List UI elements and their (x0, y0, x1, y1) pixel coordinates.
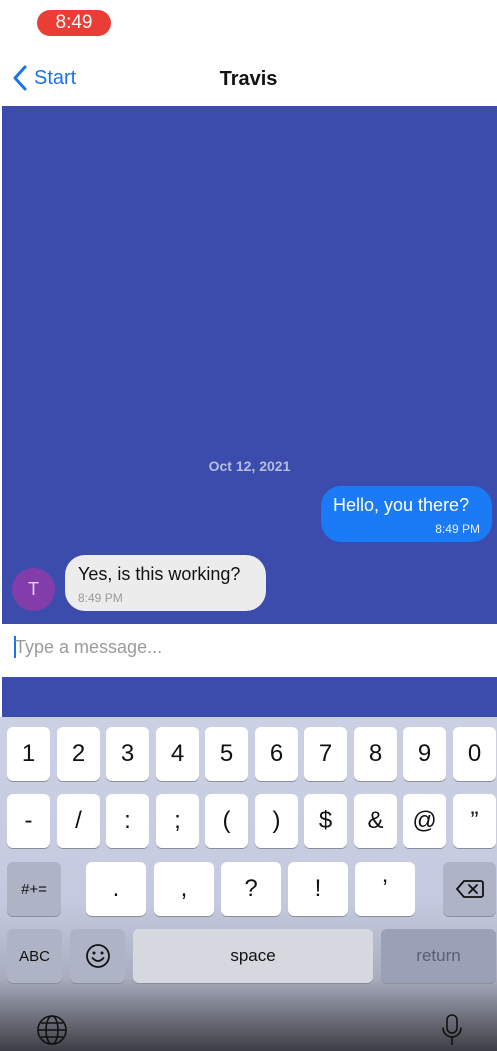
date-separator: Oct 12, 2021 (208, 458, 291, 474)
message-time: 8:49 PM (78, 591, 123, 605)
key-comma[interactable]: , (154, 862, 214, 916)
key-0[interactable]: 0 (453, 727, 496, 781)
key-colon[interactable]: : (106, 794, 149, 848)
key-7[interactable]: 7 (304, 727, 347, 781)
outgoing-message-bubble[interactable]: Hello, you there? 8:49 PM (321, 486, 492, 542)
key-6[interactable]: 6 (255, 727, 298, 781)
key-5[interactable]: 5 (205, 727, 248, 781)
key-slash[interactable]: / (57, 794, 100, 848)
page-title: Travis (219, 68, 278, 90)
avatar[interactable]: T (12, 568, 55, 611)
key-apostrophe[interactable]: ’ (355, 862, 415, 916)
backspace-key[interactable] (443, 862, 496, 916)
key-semicolon[interactable]: ; (156, 794, 199, 848)
key-close-paren[interactable]: ) (255, 794, 298, 848)
message-input[interactable] (15, 632, 485, 662)
space-key[interactable]: space (133, 929, 373, 983)
key-9[interactable]: 9 (403, 727, 446, 781)
message-text: Yes, is this working? (78, 564, 241, 584)
key-4[interactable]: 4 (156, 727, 199, 781)
incoming-message-bubble[interactable]: Yes, is this working? 8:49 PM (65, 555, 266, 611)
globe-icon (37, 1015, 67, 1045)
key-hyphen[interactable]: - (7, 794, 50, 848)
emoji-icon (85, 944, 110, 968)
mic-button[interactable] (438, 1013, 466, 1047)
abc-key[interactable]: ABC (7, 929, 62, 983)
key-exclamation[interactable]: ! (288, 862, 348, 916)
return-key[interactable]: return (381, 929, 496, 983)
status-bar: 8:49 (0, 0, 497, 46)
key-dollar[interactable]: $ (304, 794, 347, 848)
message-time: 8:49 PM (435, 522, 480, 536)
key-1[interactable]: 1 (7, 727, 50, 781)
key-period[interactable]: . (86, 862, 146, 916)
key-ampersand[interactable]: & (354, 794, 397, 848)
key-2[interactable]: 2 (57, 727, 100, 781)
keyboard: 1 2 3 4 5 6 7 8 9 0 - / : ; ( ) $ & @ ” … (0, 717, 497, 1051)
message-composer (2, 624, 497, 677)
key-8[interactable]: 8 (354, 727, 397, 781)
backspace-icon (455, 880, 484, 898)
key-3[interactable]: 3 (106, 727, 149, 781)
symbols-toggle-key[interactable]: #+= (7, 862, 61, 916)
key-quote[interactable]: ” (453, 794, 496, 848)
key-open-paren[interactable]: ( (205, 794, 248, 848)
message-text: Hello, you there? (333, 495, 470, 515)
key-at[interactable]: @ (403, 794, 446, 848)
key-question[interactable]: ? (221, 862, 281, 916)
globe-button[interactable] (35, 1013, 69, 1047)
emoji-key[interactable] (70, 929, 125, 983)
status-time: 8:49 (37, 10, 111, 36)
nav-bar: Start Travis (0, 46, 497, 106)
mic-icon (442, 1014, 462, 1045)
